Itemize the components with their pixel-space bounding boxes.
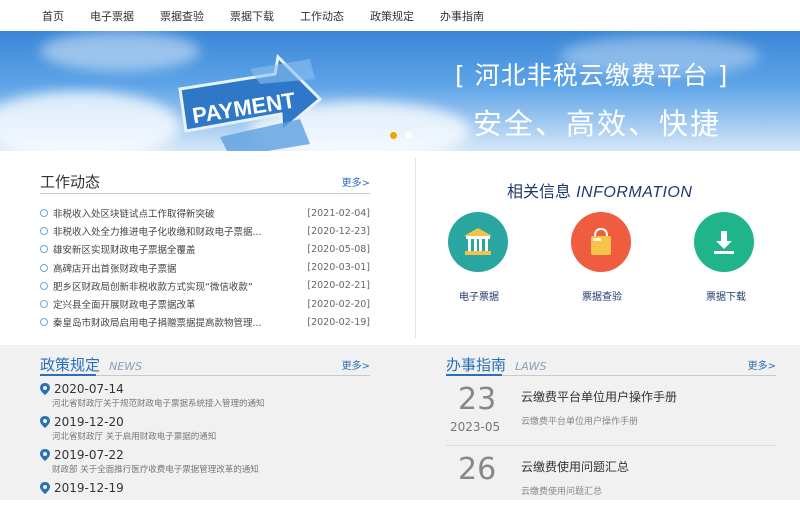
circle-check-icon — [40, 209, 48, 218]
nav-guide[interactable]: 办事指南 — [440, 8, 484, 24]
circle-check-icon — [40, 300, 48, 309]
list-item[interactable]: 26 云缴费使用问题汇总 云缴费使用问题汇总 — [446, 446, 776, 516]
list-item[interactable]: 肥乡区财政局创新非税收款方式实现“微信收款” [2020-02-21] — [40, 277, 370, 295]
news-title[interactable]: 秦皇岛市财政局启用电子捐赠票据提高款物管理... — [53, 315, 301, 329]
news-title[interactable]: 高碑店开出首张财政电子票据 — [53, 261, 301, 275]
news-date: [2020-05-08] — [307, 243, 370, 255]
invoice-download-label[interactable]: 票据下载 — [706, 288, 746, 303]
guide-item-title[interactable]: 云缴费使用问题汇总 — [521, 458, 629, 475]
circle-check-icon — [40, 318, 48, 327]
policy-underline — [40, 374, 96, 376]
location-pin-icon — [40, 482, 50, 494]
info-title: 相关信息 INFORMATION — [507, 178, 692, 202]
list-item[interactable]: 2020-07-14 河北省财政厅关于规范财政电子票据系统接入管理的通知 — [40, 381, 370, 409]
list-item[interactable]: 2019-12-20 河北省财政厅 关于启用财政电子票据的通知 — [40, 414, 370, 442]
payment-arrow-graphic: PAYMENT — [178, 53, 323, 151]
work-news-list: 非税收入处区块链试点工作取得新突破 [2021-02-04] 非税收入处全力推进电… — [40, 204, 370, 331]
list-item[interactable]: 非税收入处全力推进电子化收缴和财政电子票据... [2020-12-23] — [40, 222, 370, 240]
list-item[interactable]: 秦皇岛市财政局启用电子捐赠票据提高款物管理... [2020-02-19] — [40, 313, 370, 331]
guide-more-link[interactable]: 更多> — [748, 357, 776, 372]
list-item[interactable]: 高碑店开出首张财政电子票据 [2020-03-01] — [40, 259, 370, 277]
news-title[interactable]: 定兴县全面开展财政电子票据改革 — [53, 297, 301, 311]
carousel-dots — [390, 132, 412, 139]
banner-title: [ 河北非税云缴费平台 ] — [455, 61, 729, 90]
list-item[interactable]: 非税收入处区块链试点工作取得新突破 [2021-02-04] — [40, 204, 370, 222]
shopping-bag-icon — [591, 227, 611, 255]
policy-title-en: NEWS — [109, 360, 143, 373]
invoice-download-link[interactable] — [694, 212, 754, 272]
nav-invoice-check[interactable]: 票据查验 — [160, 8, 204, 24]
news-date: [2020-02-20] — [307, 298, 370, 310]
carousel-dot-2[interactable] — [405, 132, 412, 139]
news-date: [2020-02-19] — [307, 316, 370, 328]
news-title[interactable]: 雄安新区实现财政电子票据全覆盖 — [53, 242, 301, 256]
circle-check-icon — [40, 263, 48, 272]
location-pin-icon — [40, 416, 50, 428]
location-pin-icon — [40, 449, 50, 461]
circle-check-icon — [40, 227, 48, 236]
policy-text[interactable]: 河北省财政厅关于规范财政电子票据系统接入管理的通知 — [40, 397, 370, 409]
invoice-check-label[interactable]: 票据查验 — [582, 288, 622, 303]
circle-check-icon — [40, 281, 48, 290]
top-nav: 首页 电子票据 票据查验 票据下载 工作动态 政策规定 办事指南 — [0, 0, 800, 31]
guide-title-en: LAWS — [515, 360, 547, 373]
news-title[interactable]: 非税收入处全力推进电子化收缴和财政电子票据... — [53, 224, 301, 238]
banner-subtitle: 安全、高效、快捷 — [473, 107, 722, 141]
invoice-check-link[interactable] — [571, 212, 631, 272]
location-pin-icon — [40, 383, 50, 395]
policy-section: 政策规定 NEWS 更多> 2020-07-14 河北省财政厅关于规范财政电子票… — [40, 354, 370, 496]
list-item[interactable]: 雄安新区实现财政电子票据全覆盖 [2020-05-08] — [40, 240, 370, 258]
policy-text[interactable]: 河北省财政厅 关于启用财政电子票据的通知 — [40, 430, 370, 442]
news-title[interactable]: 肥乡区财政局创新非税收款方式实现“微信收款” — [53, 279, 301, 293]
info-title-cn: 相关信息 — [507, 182, 572, 201]
guide-section: 办事指南 LAWS 更多> 23 2023-05 云缴费平台单位用户操作手册 云… — [446, 354, 776, 516]
carousel-dot-1[interactable] — [390, 132, 397, 139]
news-date: [2020-02-21] — [307, 280, 370, 292]
guide-month: 2023-05 — [450, 420, 501, 434]
policy-header: 政策规定 NEWS 更多> — [40, 354, 370, 376]
nav-home[interactable]: 首页 — [42, 8, 64, 24]
work-news-more-link[interactable]: 更多> — [342, 174, 370, 189]
guide-day: 26 — [458, 452, 497, 487]
guide-item-sub: 云缴费平台单位用户操作手册 — [521, 417, 639, 427]
work-news-title: 工作动态 — [40, 173, 101, 191]
download-icon — [714, 231, 734, 254]
policy-date: 2019-12-19 — [54, 481, 124, 495]
list-item[interactable]: 23 2023-05 云缴费平台单位用户操作手册 云缴费平台单位用户操作手册 — [446, 376, 776, 446]
news-date: [2020-03-01] — [307, 262, 370, 274]
policy-date: 2019-12-20 — [54, 415, 124, 429]
news-title[interactable]: 非税收入处区块链试点工作取得新突破 — [53, 206, 301, 220]
list-item[interactable]: 定兴县全面开展财政电子票据改革 [2020-02-20] — [40, 295, 370, 313]
section-divider — [415, 158, 416, 338]
work-news-header: 工作动态 更多> — [40, 170, 370, 194]
e-invoice-link[interactable] — [448, 212, 508, 272]
guide-title: 办事指南 — [446, 356, 507, 374]
guide-item-title[interactable]: 云缴费平台单位用户操作手册 — [521, 388, 677, 405]
list-item[interactable]: 2019-12-19 — [40, 480, 370, 496]
list-item[interactable]: 2019-07-22 财政部 关于全面推行医疗收费电子票据管理改革的通知 — [40, 447, 370, 475]
guide-item-sub: 云缴费使用问题汇总 — [521, 487, 603, 497]
guide-day: 23 — [458, 382, 497, 417]
circle-check-icon — [40, 245, 48, 254]
e-invoice-label[interactable]: 电子票据 — [459, 288, 499, 303]
policy-more-link[interactable]: 更多> — [342, 357, 370, 372]
policy-title: 政策规定 — [40, 356, 101, 374]
work-news-section: 工作动态 更多> 非税收入处区块链试点工作取得新突破 [2021-02-04] 非… — [40, 170, 370, 331]
news-date: [2021-02-04] — [307, 207, 370, 219]
policy-text[interactable]: 财政部 关于全面推行医疗收费电子票据管理改革的通知 — [40, 463, 370, 475]
nav-policy[interactable]: 政策规定 — [370, 8, 414, 24]
policy-date: 2019-07-22 — [54, 448, 124, 462]
policy-date: 2020-07-14 — [54, 382, 124, 396]
nav-e-invoice[interactable]: 电子票据 — [90, 8, 134, 24]
info-title-en: INFORMATION — [576, 184, 693, 201]
hero-banner[interactable]: PAYMENT [ 河北非税云缴费平台 ] 安全、高效、快捷 — [0, 31, 800, 151]
bank-icon — [464, 228, 492, 255]
nav-work-news[interactable]: 工作动态 — [300, 8, 344, 24]
guide-header: 办事指南 LAWS 更多> — [446, 354, 776, 376]
nav-invoice-download[interactable]: 票据下载 — [230, 8, 274, 24]
news-date: [2020-12-23] — [307, 225, 370, 237]
